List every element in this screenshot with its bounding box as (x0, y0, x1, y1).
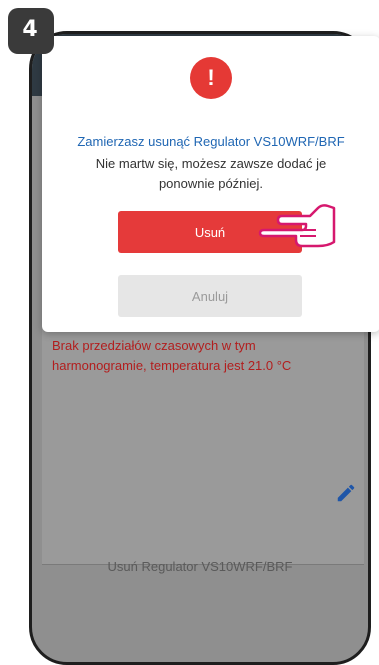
delete-device-link[interactable]: Usuń Regulator VS10WRF/BRF (32, 559, 368, 574)
pointing-hand-icon (258, 204, 336, 248)
confirm-delete-dialog: ! Zamierzasz usunąć Regulator VS10WRF/BR… (42, 36, 379, 332)
cancel-button[interactable]: Anuluj (118, 275, 302, 317)
schedule-empty-message: Brak przedziałów czasowych w tym harmono… (52, 338, 292, 373)
step-number-badge: 4 (8, 8, 54, 54)
dialog-title: Zamierzasz usunąć Regulator VS10WRF/BRF (77, 134, 345, 149)
exclamation-icon: ! (190, 57, 232, 99)
dialog-message: Nie martw się, możesz zawsze dodać je po… (95, 156, 327, 191)
step-number: 4 (22, 16, 38, 42)
pencil-icon[interactable] (335, 482, 357, 504)
